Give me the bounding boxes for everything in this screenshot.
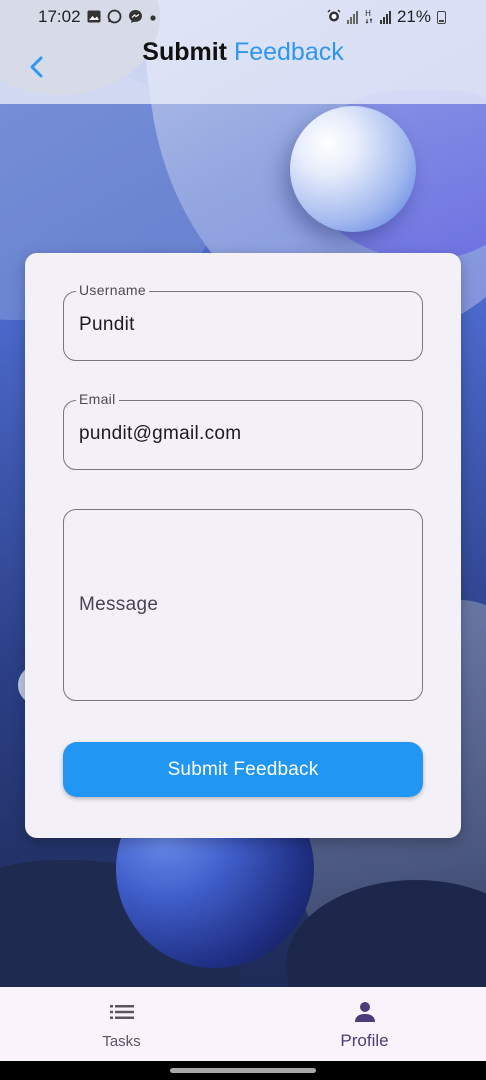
email-label: Email bbox=[76, 391, 119, 407]
nav-label-profile: Profile bbox=[340, 1031, 389, 1050]
page-title-part1: Submit bbox=[142, 38, 227, 66]
nav-label-tasks: Tasks bbox=[102, 1033, 141, 1050]
system-gesture-bar bbox=[0, 1061, 486, 1080]
submit-feedback-button[interactable]: Submit Feedback bbox=[63, 742, 423, 797]
page-title-part2: Feedback bbox=[233, 38, 344, 66]
battery-icon bbox=[437, 10, 446, 24]
feedback-form-card: Username Pundit Email pundit@gmail.com M… bbox=[25, 253, 461, 838]
username-label: Username bbox=[76, 282, 149, 298]
dot-icon bbox=[149, 10, 157, 24]
username-value: Pundit bbox=[79, 314, 135, 335]
alarm-icon bbox=[327, 9, 341, 25]
header: Submit Feedback bbox=[0, 34, 486, 104]
message-placeholder: Message bbox=[79, 594, 159, 615]
home-indicator[interactable] bbox=[170, 1068, 316, 1073]
image-icon bbox=[87, 10, 101, 25]
status-bar: 17:02 H 21% bbox=[0, 0, 486, 34]
whatsapp-icon bbox=[107, 9, 122, 26]
email-field[interactable]: Email pundit@gmail.com bbox=[63, 391, 423, 470]
signal-icon bbox=[379, 10, 391, 24]
h-network-icon: H bbox=[364, 8, 374, 26]
top-app-bar: 17:02 H 21% Submit Feedback bbox=[0, 0, 486, 104]
messenger-icon bbox=[128, 9, 143, 26]
svg-text:H: H bbox=[365, 9, 371, 18]
nav-item-tasks[interactable]: Tasks bbox=[0, 987, 243, 1061]
username-field[interactable]: Username Pundit bbox=[63, 282, 423, 361]
list-icon bbox=[109, 1001, 135, 1023]
status-right: H 21% bbox=[327, 7, 446, 27]
status-left: 17:02 bbox=[38, 7, 157, 27]
person-icon bbox=[352, 1001, 378, 1023]
background-sphere bbox=[290, 106, 416, 232]
bottom-navigation: Tasks Profile bbox=[0, 987, 486, 1061]
nav-item-profile[interactable]: Profile bbox=[243, 987, 486, 1061]
battery-percentage: 21% bbox=[396, 7, 431, 26]
email-value: pundit@gmail.com bbox=[79, 423, 242, 444]
signal-icon bbox=[346, 10, 358, 24]
status-time: 17:02 bbox=[38, 7, 81, 26]
message-field[interactable]: Message bbox=[63, 509, 423, 701]
page-title: Submit Feedback bbox=[0, 38, 486, 67]
